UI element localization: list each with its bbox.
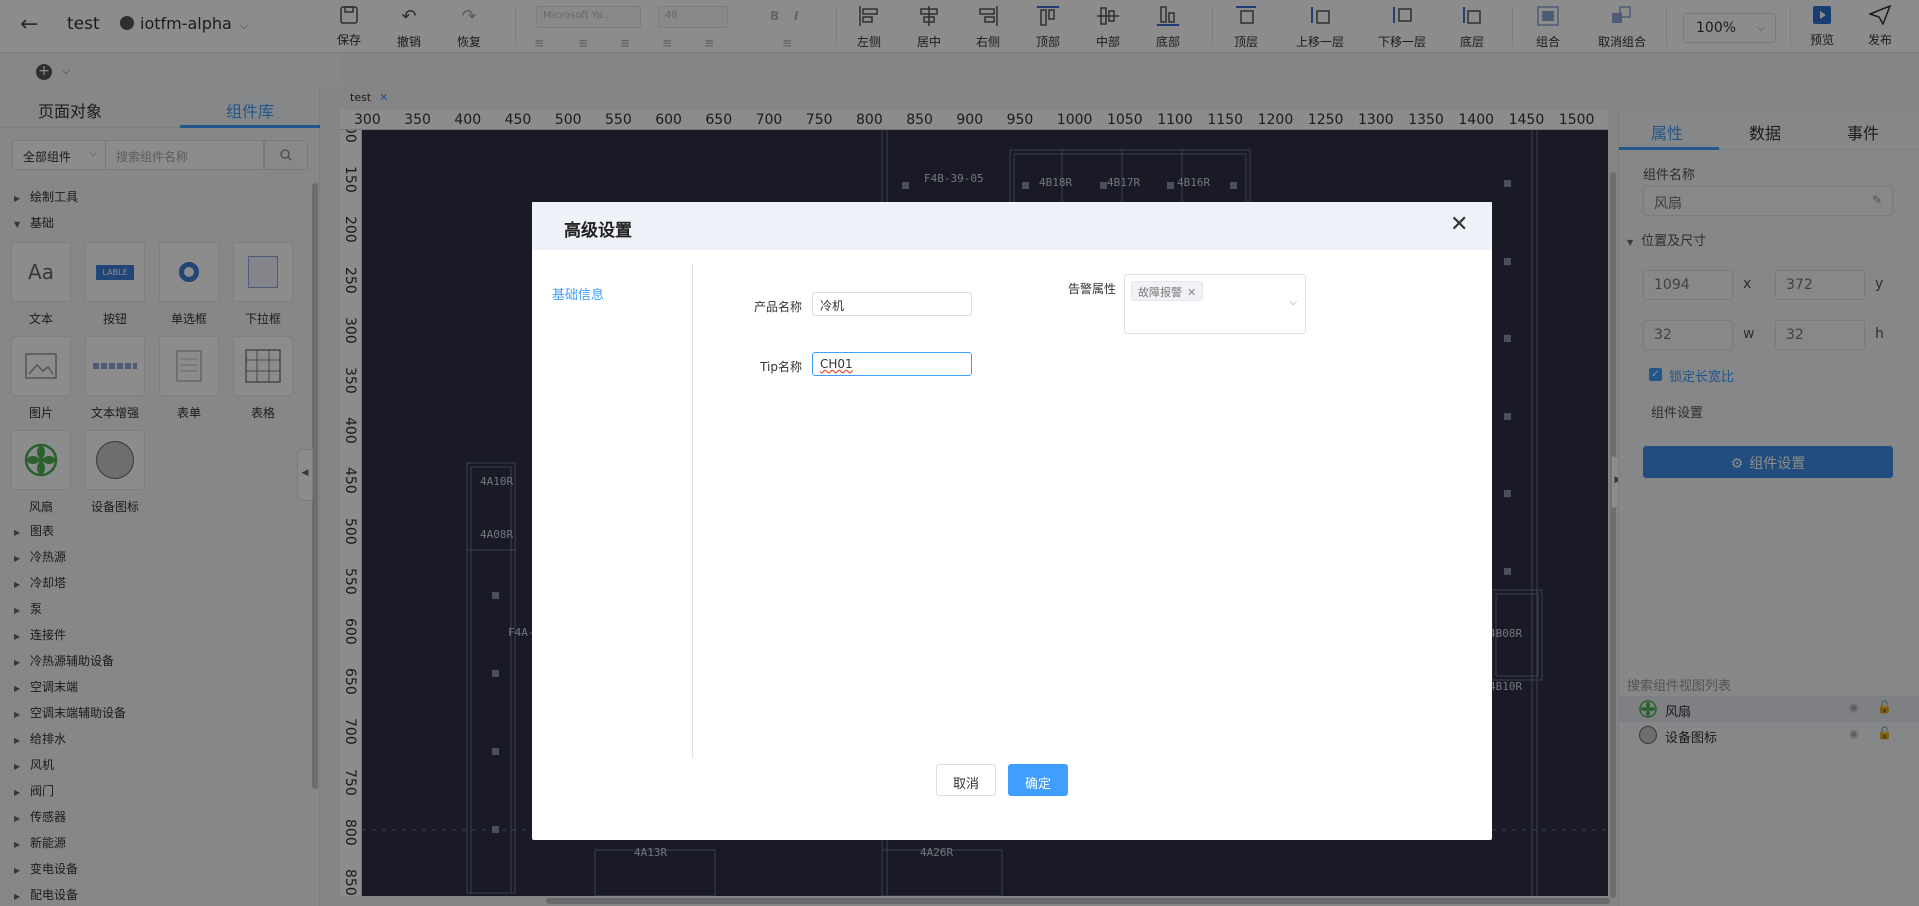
- close-icon[interactable]: ✕: [1450, 212, 1468, 237]
- dialog-header: 高级设置 ✕: [532, 202, 1492, 250]
- confirm-button[interactable]: 确定: [1008, 764, 1068, 796]
- product-name-input[interactable]: 冷机: [812, 292, 972, 316]
- tip-name-input[interactable]: CH01: [812, 352, 972, 376]
- tip-name-label: Tip名称: [760, 360, 802, 374]
- dialog-title: 高级设置: [564, 221, 632, 241]
- alarm-attribute-select[interactable]: 故障报警 ✕ ⌵: [1124, 274, 1306, 334]
- cancel-button[interactable]: 取消: [936, 764, 996, 796]
- tag-remove-icon[interactable]: ✕: [1187, 286, 1196, 299]
- product-name-label: 产品名称: [753, 300, 802, 314]
- alarm-tag: 故障报警 ✕: [1131, 281, 1204, 301]
- advanced-settings-dialog: 高级设置 ✕ 基础信息 产品名称 冷机 Tip名称 CH01 告警属性 故障报警…: [532, 202, 1492, 840]
- chevron-down-icon: ⌵: [1289, 297, 1297, 308]
- tip-name-value: CH01: [820, 357, 853, 371]
- dialog-divider: [692, 264, 693, 758]
- alarm-tag-label: 故障报警: [1138, 286, 1182, 299]
- alarm-attribute-label: 告警属性: [1067, 282, 1116, 296]
- product-name-value: 冷机: [820, 299, 845, 313]
- nav-basic-info[interactable]: 基础信息: [552, 284, 604, 303]
